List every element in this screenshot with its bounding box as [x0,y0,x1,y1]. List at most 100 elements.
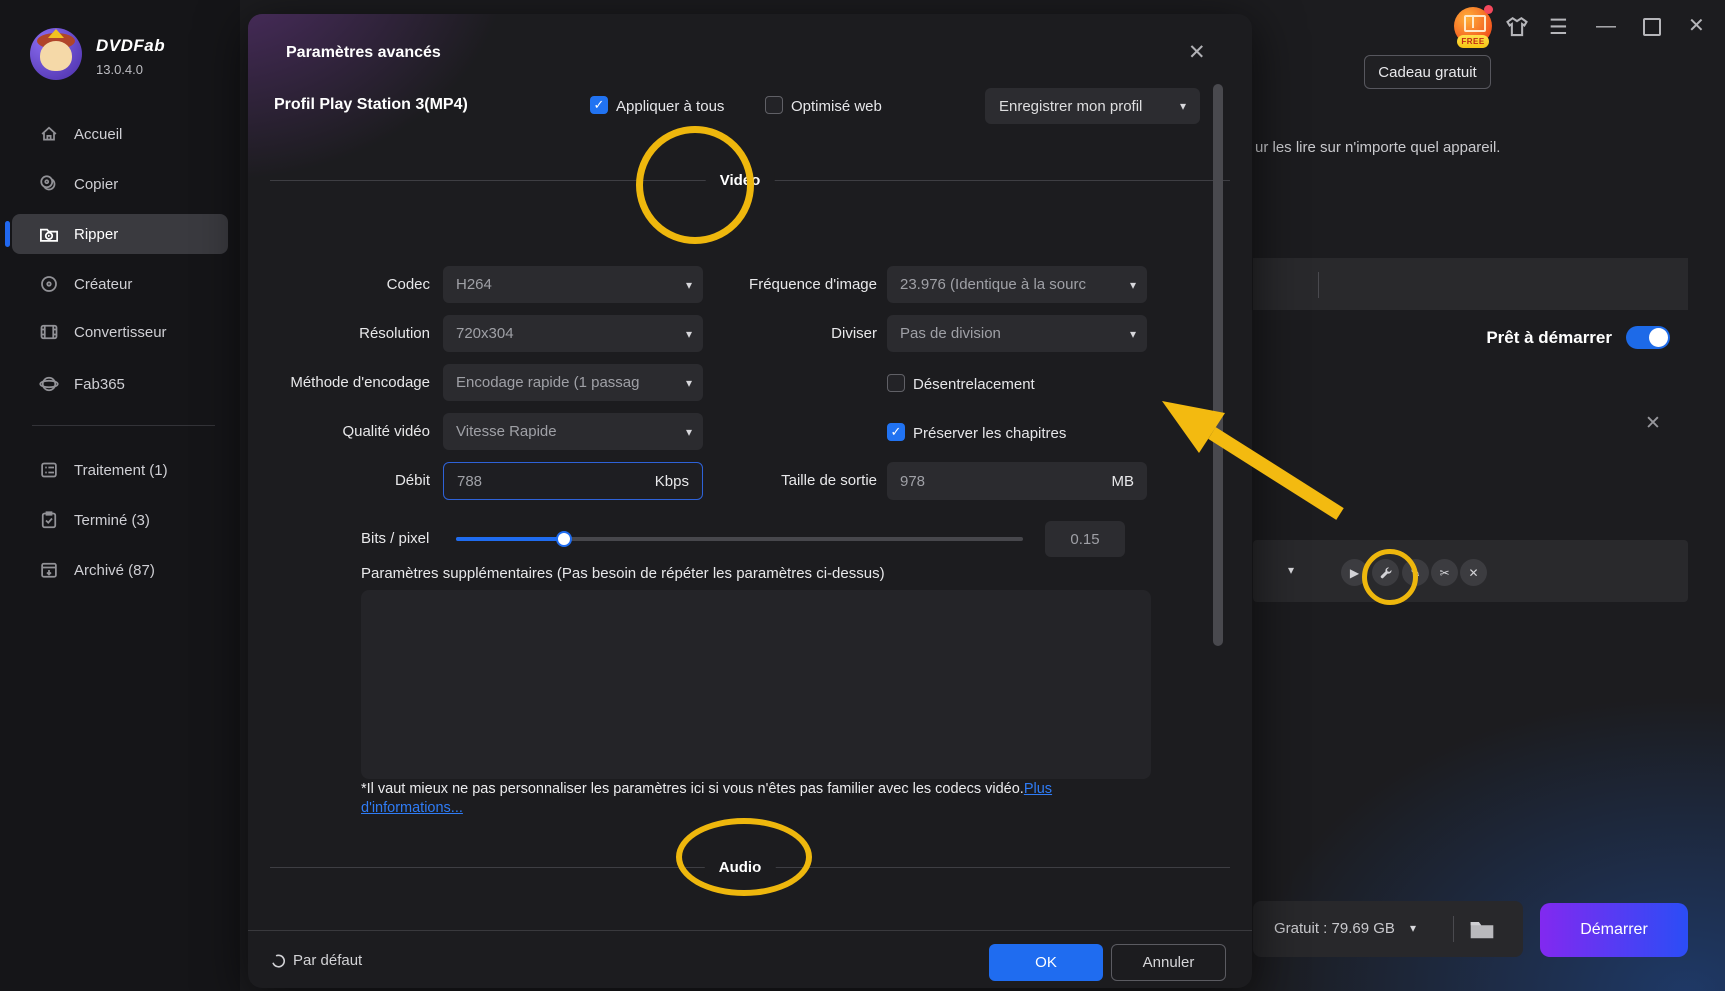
ready-toggle[interactable] [1626,326,1670,349]
chevron-down-icon: ▾ [1130,278,1136,292]
deinterlace-label[interactable]: Désentrelacement [913,376,1035,393]
chevron-down-icon: ▾ [686,376,692,390]
reset-default-button[interactable]: Par défaut [270,952,362,969]
apply-all-checkbox[interactable]: ✓ [590,96,608,114]
codec-label: Codec [250,266,430,303]
advanced-settings-wrench-icon[interactable] [1372,559,1399,586]
video-section-label: Vidéo [706,172,775,189]
free-space-chevron-icon[interactable]: ▾ [1410,921,1416,935]
output-size-unit: MB [1112,473,1135,490]
bits-pixel-slider-thumb[interactable] [556,531,572,547]
apply-all-label[interactable]: Appliquer à tous [616,98,724,115]
free-space-label[interactable]: Gratuit : 79.69 GB [1274,920,1395,937]
sidebar-item-fab365[interactable]: Fab365 [12,364,228,404]
task-expand-chevron-icon[interactable]: ▾ [1288,563,1294,577]
app-version: 13.0.4.0 [96,62,143,77]
disc-icon [38,273,60,295]
cancel-task-icon[interactable]: ✕ [1460,559,1487,586]
resolution-label: Résolution [250,315,430,352]
task-remove-icon[interactable]: ✕ [1645,412,1661,435]
resolution-select[interactable]: 720x304 ▾ [443,315,703,352]
processing-list-icon [38,459,60,481]
notification-dot [1484,5,1493,14]
framerate-label: Fréquence d'image [697,266,877,303]
chevron-down-icon: ▾ [686,278,692,292]
encoding-method-select[interactable]: Encodage rapide (1 passag ▾ [443,364,703,401]
menu-icon[interactable]: ☰ [1549,17,1568,38]
sidebar-item-createur[interactable]: Créateur [12,264,228,304]
codec-warning-note: *Il vaut mieux ne pas personnaliser les … [361,780,1076,818]
minimize-icon[interactable]: — [1596,16,1616,36]
bitrate-unit: Kbps [655,473,689,490]
footer-divider [248,930,1252,931]
dvdfab-logo [30,28,82,80]
toggle-knob [1649,328,1668,347]
framerate-select[interactable]: 23.976 (Identique à la sourc ▾ [887,266,1147,303]
preview-play-icon[interactable]: ▶ [1341,559,1368,586]
web-optimized-checkbox[interactable] [765,96,783,114]
archive-box-icon [38,559,60,581]
audio-section-label: Audio [705,859,776,876]
web-optimized-label[interactable]: Optimisé web [791,98,882,115]
completed-clipboard-icon [38,509,60,531]
keep-chapters-label[interactable]: Préserver les chapitres [913,425,1066,442]
dialog-scrollbar[interactable] [1213,84,1223,646]
sidebar-item-copier[interactable]: Copier [12,164,228,204]
freebar-divider [1453,916,1454,942]
dialog-close-icon[interactable]: ✕ [1188,40,1206,65]
edit-pencil-icon[interactable]: ✎ [1402,559,1429,586]
sidebar-item-convertisseur[interactable]: Convertisseur [12,312,228,352]
split-select[interactable]: Pas de division ▾ [887,315,1147,352]
advanced-settings-dialog: Paramètres avancés ✕ Profil Play Station… [248,14,1252,988]
video-quality-label: Qualité vidéo [250,413,430,450]
output-size-input[interactable]: 978 MB [887,462,1147,500]
bits-pixel-value[interactable]: 0.15 [1045,521,1125,557]
chevron-down-icon: ▾ [1180,99,1186,113]
chevron-down-icon: ▾ [686,425,692,439]
bits-pixel-slider-fill [456,537,564,541]
trim-scissors-icon[interactable]: ✂ [1431,559,1458,586]
keep-chapters-checkbox[interactable]: ✓ [887,423,905,441]
maximize-icon[interactable] [1643,18,1661,36]
encoding-method-label: Méthode d'encodage [250,364,430,401]
description-snippet: ur les lire sur n'importe quel appareil. [1255,139,1500,156]
cancel-button[interactable]: Annuler [1111,944,1226,981]
video-file-icon [38,321,60,343]
output-folder-icon[interactable] [1469,918,1495,944]
deinterlace-checkbox[interactable] [887,374,905,392]
ripper-icon [38,223,60,245]
bitrate-label: Débit [250,462,430,499]
skin-theme-icon[interactable] [1505,16,1529,43]
copy-disc-icon [38,173,60,195]
extra-params-textarea[interactable] [361,590,1151,779]
sidebar-item-archive[interactable]: Archivé (87) [12,550,228,590]
extra-params-label: Paramètres supplémentaires (Pas besoin d… [361,565,885,582]
save-profile-dropdown[interactable]: Enregistrer mon profil ▾ [985,88,1200,124]
ready-to-start-label: Prêt à démarrer [1400,328,1612,348]
bitrate-input[interactable]: 788 Kbps [443,462,703,500]
dialog-title: Paramètres avancés [286,44,441,62]
table-header-divider [1318,272,1319,298]
active-indicator [5,221,10,247]
chevron-down-icon: ▾ [1130,327,1136,341]
ok-button[interactable]: OK [989,944,1103,981]
free-badge: FREE [1457,35,1489,48]
bits-pixel-label: Bits / pixel [361,530,429,547]
free-space-bar: Gratuit : 79.69 GB ▾ [1253,901,1523,957]
sidebar-item-ripper[interactable]: Ripper [12,214,228,254]
video-quality-select[interactable]: Vitesse Rapide ▾ [443,413,703,450]
sidebar: DVDFab 13.0.4.0 Accueil Copier Ripper Cr… [0,0,240,991]
fab365-icon [38,373,60,395]
free-gift-tooltip[interactable]: Cadeau gratuit [1364,55,1491,89]
sidebar-item-accueil[interactable]: Accueil [12,114,228,154]
sidebar-item-termine[interactable]: Terminé (3) [12,500,228,540]
app-name: DVDFab [96,36,165,56]
output-size-label: Taille de sortie [697,462,877,499]
chevron-down-icon: ▾ [686,327,692,341]
start-button[interactable]: Démarrer [1540,903,1688,957]
profile-label: Profil Play Station 3(MP4) [274,96,468,114]
window-close-icon[interactable]: ✕ [1688,16,1705,36]
sidebar-item-traitement[interactable]: Traitement (1) [12,450,228,490]
codec-select[interactable]: H264 ▾ [443,266,703,303]
gift-free-icon[interactable]: FREE [1454,7,1492,45]
